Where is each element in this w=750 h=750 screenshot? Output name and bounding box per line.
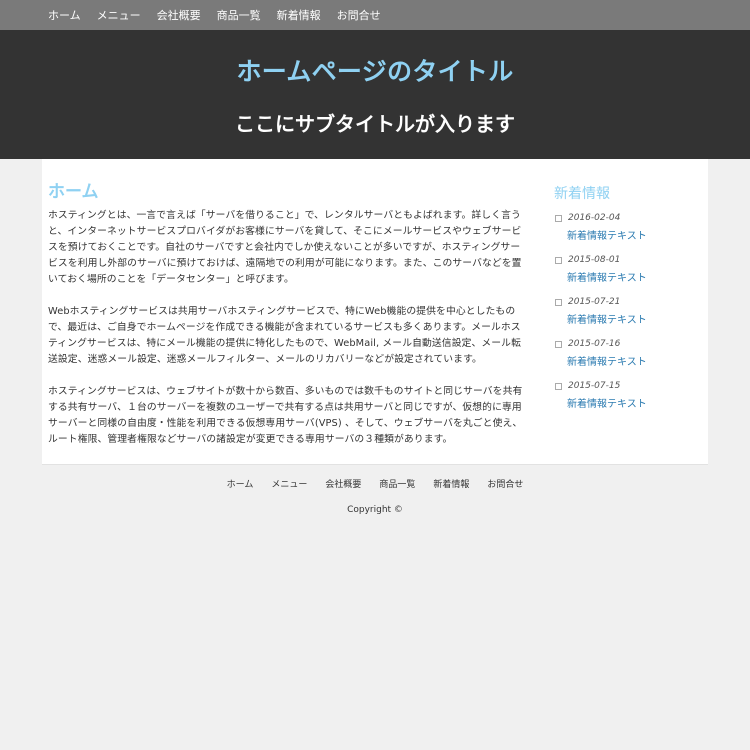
calendar-icon (555, 340, 562, 348)
news-date: 2015-07-16 (568, 339, 621, 349)
news-date: 2015-08-01 (568, 255, 621, 265)
news-link[interactable]: 新着情報テキスト (567, 353, 702, 368)
top-nav: ホーム メニュー 会社概要 商品一覧 新着情報 お問合せ (0, 0, 750, 30)
site-title: ホームページのタイトル (236, 57, 514, 86)
footer-nav-products[interactable]: 商品一覧 (379, 477, 415, 490)
calendar-icon (555, 298, 562, 306)
site-subtitle: ここにサブタイトルが入ります (235, 112, 515, 136)
footer-nav-company[interactable]: 会社概要 (325, 477, 361, 490)
news-date: 2015-07-15 (568, 381, 621, 391)
news-item: 2015-07-21 新着情報テキスト (552, 297, 702, 326)
news-link[interactable]: 新着情報テキスト (567, 395, 702, 410)
nav-item-home[interactable]: ホーム (48, 7, 81, 23)
content-paragraph-2: Webホスティングサービスは共用サーバホスティングサービスで、特にWeb機能の提… (48, 306, 521, 365)
news-link[interactable]: 新着情報テキスト (567, 227, 702, 242)
nav-item-products[interactable]: 商品一覧 (217, 7, 261, 23)
news-date: 2015-07-21 (568, 297, 621, 307)
news-date: 2016-02-04 (568, 213, 621, 223)
footer-nav: ホーム メニュー 会社概要 商品一覧 新着情報 お問合せ (0, 477, 750, 490)
footer: ホーム メニュー 会社概要 商品一覧 新着情報 お問合せ Copyright © (0, 477, 750, 515)
news-link[interactable]: 新着情報テキスト (567, 311, 702, 326)
page-heading: ホーム (48, 182, 99, 202)
main-panel: ホーム ホスティングとは、一言で言えば「サーバを借りること」で、レンタルサーバと… (42, 159, 708, 465)
nav-item-menu[interactable]: メニュー (97, 7, 141, 23)
calendar-icon (555, 256, 562, 264)
calendar-icon (555, 382, 562, 390)
hero-banner: ホームページのタイトル ここにサブタイトルが入ります (0, 30, 750, 159)
nav-item-contact[interactable]: お問合せ (337, 7, 381, 23)
news-item: 2016-02-04 新着情報テキスト (552, 213, 702, 242)
content-paragraph-3: ホスティングサービスは、ウェブサイトが数十から数百、多いものでは数千ものサイトと… (48, 386, 523, 445)
news-heading: 新着情報 (554, 186, 610, 202)
news-link[interactable]: 新着情報テキスト (567, 269, 702, 284)
news-item: 2015-08-01 新着情報テキスト (552, 255, 702, 284)
footer-nav-contact[interactable]: お問合せ (487, 477, 523, 490)
news-item: 2015-07-16 新着情報テキスト (552, 339, 702, 368)
calendar-icon (555, 214, 562, 222)
content-paragraph-1: ホスティングとは、一言で言えば「サーバを借りること」で、レンタルサーバともよばれ… (48, 210, 522, 285)
copyright: Copyright © (347, 505, 403, 515)
news-sidebar: 新着情報 2016-02-04 新着情報テキスト 2015-08-01 新着情報… (552, 183, 702, 423)
footer-nav-home[interactable]: ホーム (227, 477, 254, 490)
footer-nav-menu[interactable]: メニュー (271, 477, 307, 490)
nav-item-news[interactable]: 新着情報 (277, 7, 321, 23)
content-area: ホーム ホスティングとは、一言で言えば「サーバを借りること」で、レンタルサーバと… (48, 177, 528, 464)
footer-nav-news[interactable]: 新着情報 (433, 477, 469, 490)
news-item: 2015-07-15 新着情報テキスト (552, 381, 702, 410)
nav-item-company[interactable]: 会社概要 (157, 7, 201, 23)
